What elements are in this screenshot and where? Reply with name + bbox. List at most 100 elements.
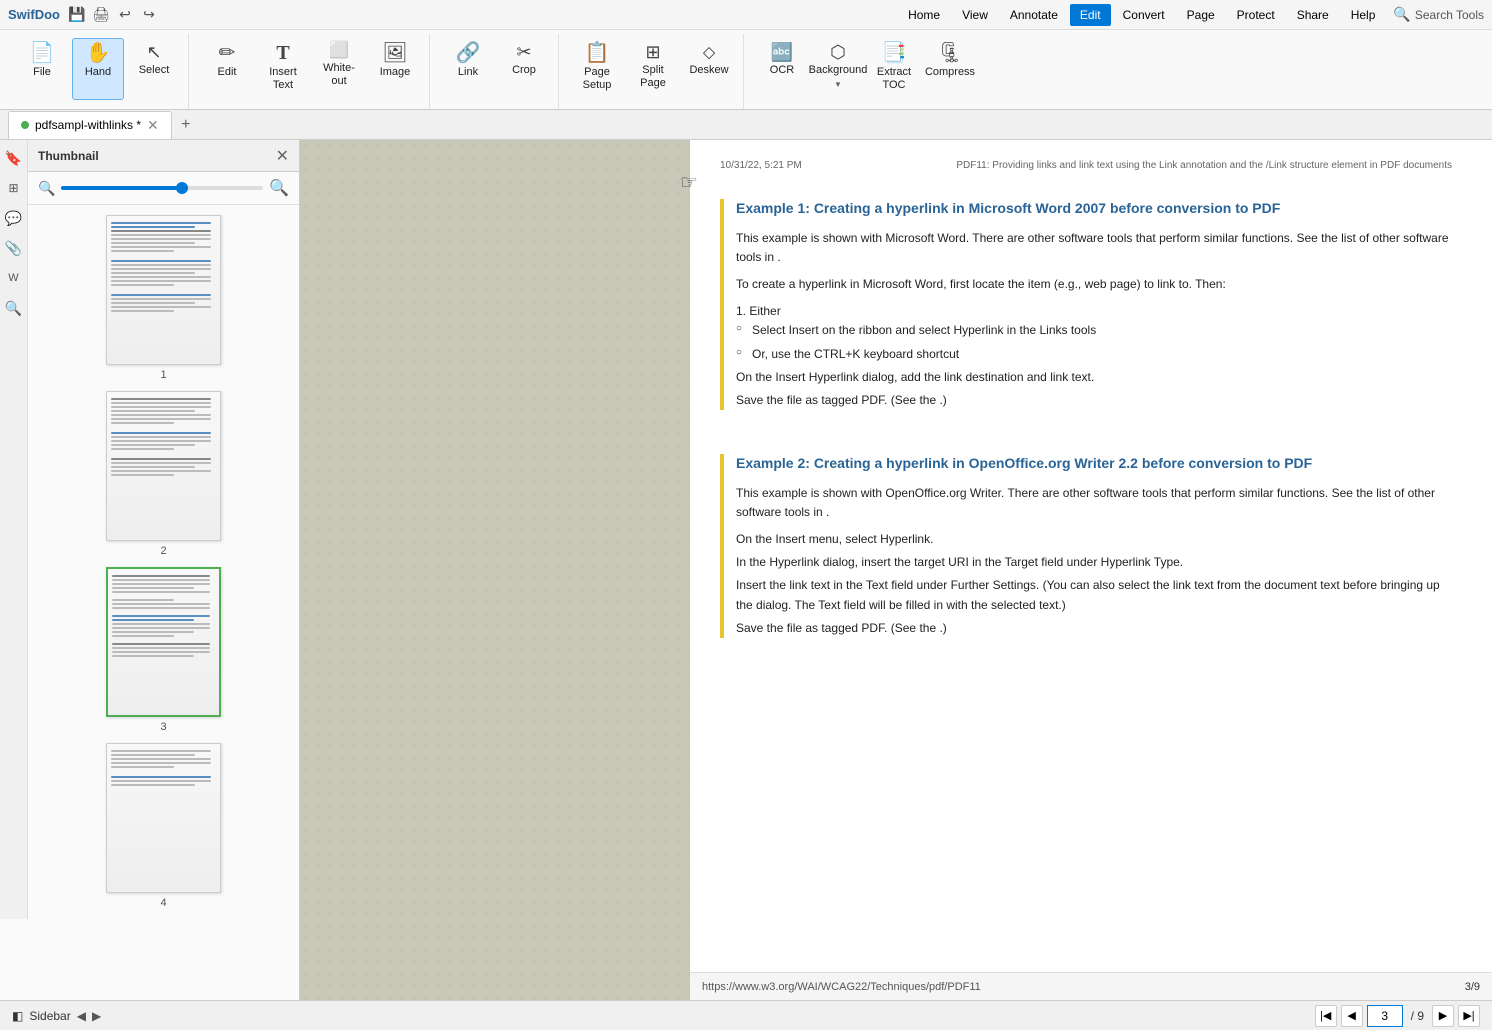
hand-button[interactable]: ✋ Hand: [72, 38, 124, 100]
list-item: On the Insert Hyperlink dialog, add the …: [736, 368, 1452, 387]
sidebar-close-button[interactable]: ✕: [276, 146, 289, 166]
bookmark-icon[interactable]: 🔖: [4, 148, 24, 168]
thumbnail-title: Thumbnail: [38, 149, 99, 163]
link-button[interactable]: 🔗 Link: [442, 38, 494, 100]
thumb-line: [111, 302, 195, 304]
compress-button[interactable]: 🗜 Compress: [924, 38, 976, 100]
list-item: 1. Either Select Insert on the ribbon an…: [736, 302, 1452, 364]
thumb-lines-3: [108, 569, 219, 663]
print-icon[interactable]: 🖨: [92, 6, 110, 24]
footer-page: 3/9: [1465, 981, 1480, 993]
ocr-button[interactable]: 🔤 OCR: [756, 38, 808, 100]
search-sidebar-icon[interactable]: 🔍: [4, 298, 24, 318]
tab-main[interactable]: pdfsampl-withlinks * ✕: [8, 111, 172, 139]
extract-toc-button[interactable]: 📑 Extract TOC: [868, 38, 920, 100]
thumb-line: [111, 766, 174, 768]
insert-text-button[interactable]: T Insert Text: [257, 38, 309, 100]
thumb-line: [111, 444, 195, 446]
section-1-body2: To create a hyperlink in Microsoft Word,…: [736, 275, 1452, 294]
thumbnail-3[interactable]: 3: [106, 567, 221, 733]
file-button[interactable]: 📄 File: [16, 38, 68, 100]
menu-view[interactable]: View: [952, 4, 998, 26]
menu-protect[interactable]: Protect: [1227, 4, 1285, 26]
tab-close-button[interactable]: ✕: [147, 117, 159, 134]
thumb-line: [111, 238, 211, 240]
nav-first-button[interactable]: |◀: [1315, 1005, 1337, 1027]
select-button[interactable]: ↖ Select: [128, 38, 180, 100]
tab-label: pdfsampl-withlinks *: [35, 118, 141, 132]
menu-help[interactable]: Help: [1341, 4, 1386, 26]
sidebar-toggle[interactable]: ◧ Sidebar ◀ ▶: [12, 1009, 101, 1023]
thumb-line: [111, 780, 211, 782]
thumbnail-1[interactable]: 1: [106, 215, 221, 381]
thumb-line: [111, 294, 211, 296]
thumbnail-4[interactable]: 4: [106, 743, 221, 909]
thumb-line: [111, 754, 195, 756]
zoom-thumb[interactable]: [176, 182, 188, 194]
ribbon-group-file: 📄 File ✋ Hand ↖ Select: [8, 34, 189, 109]
crop-button[interactable]: ✂ Crop: [498, 38, 550, 100]
grid-icon[interactable]: ⊞: [4, 178, 24, 198]
background-icon: ⬡: [830, 43, 846, 61]
search-tools-label: Search Tools: [1415, 8, 1484, 22]
attachment-icon[interactable]: 📎: [4, 238, 24, 258]
zoom-fill: [61, 186, 182, 190]
search-tools[interactable]: 🔍 Search Tools: [1393, 6, 1484, 23]
menu-annotate[interactable]: Annotate: [1000, 4, 1068, 26]
extract-toc-label: Extract TOC: [871, 66, 917, 92]
menu-bar: Home View Annotate Edit Convert Page Pro…: [898, 4, 1385, 26]
thumb-line: [111, 280, 211, 282]
sidebar-arrow-right[interactable]: ▶: [92, 1009, 101, 1023]
thumb-line: [112, 583, 210, 585]
split-page-icon: ⊞: [645, 43, 660, 61]
nav-prev-button[interactable]: ◀: [1341, 1005, 1363, 1027]
watermark-icon[interactable]: W: [4, 268, 24, 288]
nav-last-button[interactable]: ▶|: [1458, 1005, 1480, 1027]
undo-icon[interactable]: ↩: [116, 6, 134, 24]
menu-edit[interactable]: Edit: [1070, 4, 1111, 26]
nav-next-button[interactable]: ▶: [1432, 1005, 1454, 1027]
thumb-line: [111, 784, 195, 786]
link-icon: 🔗: [456, 43, 481, 63]
tab-add-button[interactable]: +: [174, 113, 198, 137]
image-button[interactable]: 🖼 Image: [369, 38, 421, 100]
comment-icon[interactable]: 💬: [4, 208, 24, 228]
thumb-line: [112, 635, 174, 637]
list-item: Or, use the CTRL+K keyboard shortcut: [752, 345, 1452, 364]
zoom-slider[interactable]: [61, 186, 263, 190]
background-button[interactable]: ⬡ Background ▼: [812, 38, 864, 100]
thumb-line: [112, 651, 210, 653]
menu-convert[interactable]: Convert: [1113, 4, 1175, 26]
sidebar-arrow-left[interactable]: ◀: [77, 1009, 86, 1023]
thumb-line: [111, 750, 211, 752]
thumb-line: [111, 466, 195, 468]
redo-icon[interactable]: ↪: [140, 6, 158, 24]
menu-page[interactable]: Page: [1177, 4, 1225, 26]
edit-button[interactable]: ✏ Edit: [201, 38, 253, 100]
split-page-button[interactable]: ⊞ Split Page: [627, 38, 679, 100]
white-out-button[interactable]: ⬜ White-out: [313, 38, 365, 100]
insert-text-icon: T: [276, 43, 289, 63]
hand-label: Hand: [85, 66, 111, 79]
thumb-line: [111, 298, 211, 300]
page-number-input[interactable]: [1367, 1005, 1403, 1027]
thumb-line: [111, 260, 211, 262]
page-setup-button[interactable]: 📋 Page Setup: [571, 38, 623, 100]
zoom-in-icon[interactable]: 🔍: [269, 178, 289, 198]
thumbnail-2[interactable]: 2: [106, 391, 221, 557]
footer-url: https://www.w3.org/WAI/WCAG22/Techniques…: [702, 981, 981, 993]
deskew-button[interactable]: ⬦ Deskew: [683, 38, 735, 100]
save-icon[interactable]: 💾: [68, 6, 86, 24]
thumb-line: [112, 599, 174, 601]
menu-home[interactable]: Home: [898, 4, 950, 26]
thumbnail-number-3: 3: [160, 721, 166, 733]
thumb-line: [112, 603, 210, 605]
thumb-content-3: [108, 569, 219, 715]
thumb-line: [111, 474, 174, 476]
tab-bar: pdfsampl-withlinks * ✕ +: [0, 110, 1492, 140]
zoom-out-icon[interactable]: 🔍: [38, 180, 55, 197]
menu-share[interactable]: Share: [1287, 4, 1339, 26]
thumbnail-frame-1: [106, 215, 221, 365]
section-1: Example 1: Creating a hyperlink in Micro…: [720, 199, 1452, 410]
thumb-line: [111, 306, 211, 308]
